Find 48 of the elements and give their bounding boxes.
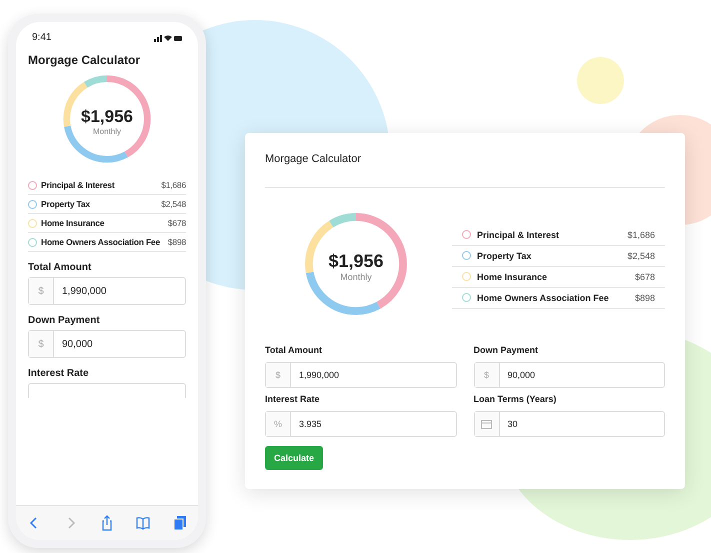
input-field[interactable]: $ 1,990,000 [265,362,456,388]
field-label: Down Payment [474,345,540,355]
monthly-total: $1,956 [81,107,133,127]
prefix-label: $ [29,331,54,357]
background-circle [577,57,624,104]
field-label: Down Payment [28,315,101,326]
book-icon[interactable] [136,515,150,531]
input-field[interactable] [28,383,186,398]
legend-amount: $2,548 [161,199,186,209]
input-field[interactable]: $ 90,000 [28,330,186,358]
status-icons-drawing [154,34,182,42]
legend-label: Property Tax [41,199,90,209]
input-field[interactable]: 30 [474,411,665,437]
period-label: Monthly [340,272,372,282]
field-label: Total Amount [28,262,92,273]
monthly-total: $1,956 [328,251,384,272]
legend-label: Home Owners Association Fee [41,237,160,247]
field-label: Interest Rate [265,394,321,404]
period-label: Monthly [92,127,121,136]
input-field[interactable]: $ 1,990,000 [28,277,186,305]
input-field[interactable]: $ 90,000 [474,362,665,388]
legend-label: Home Owners Association Fee [477,292,609,302]
status-time: 9:41 [32,32,52,43]
legend-amount: $2,548 [627,250,655,260]
prefix-label: $ [266,363,291,387]
tabs-icon[interactable] [172,515,187,531]
app-title: Morgage Calculator [28,53,142,67]
share-icon[interactable] [100,515,114,531]
card-title: Morgage Calculator [265,153,665,188]
legend-label: Property Tax [477,250,532,260]
prefix-label: $ [29,278,54,304]
legend-amount: $1,686 [627,230,655,240]
legend-label: Home Insurance [41,218,104,228]
calendar-icon [481,419,492,429]
legend-amount: $678 [168,218,186,228]
field-label: Interest Rate [28,368,90,379]
prefix-label: % [266,412,291,436]
legend-amount: $678 [634,272,655,282]
input-field[interactable]: % 3.935 [265,411,456,437]
legend-amount: $898 [168,237,186,247]
legend-label: Principal & Interest [477,230,560,240]
legend-label: Home Insurance [477,272,548,282]
field-label: Total Amount [265,345,323,355]
prefix-label: $ [474,363,500,387]
legend-label: Principal & Interest [41,180,114,190]
legend-amount: $898 [634,292,655,302]
legend-amount: $1,686 [161,180,186,190]
field-label: Loan Terms (Years) [474,394,558,404]
